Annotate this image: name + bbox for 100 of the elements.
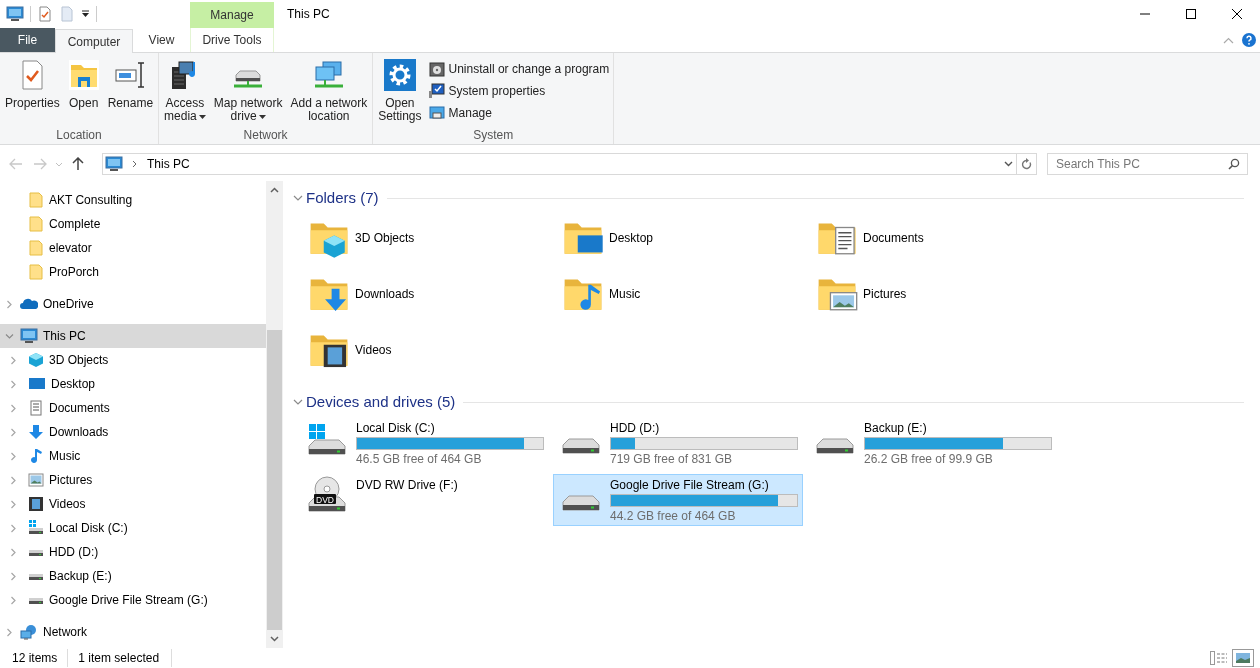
folder-label: Documents [863, 230, 924, 247]
drive-label: Backup (E:) [864, 421, 928, 435]
ribbon-button[interactable]: Uninstall or change a program [426, 58, 612, 80]
drive-tile[interactable]: Google Drive File Stream (G:) 44.2 GB free of 464 GB [553, 474, 803, 526]
ribbon-button[interactable]: Properties [2, 53, 63, 110]
drive-tile[interactable]: Local Disk (C:) 46.5 GB free of 464 GB [299, 417, 549, 469]
nav-item[interactable]: HDD (D:) [0, 540, 266, 564]
nav-item[interactable]: elevator [0, 236, 266, 260]
ribbon-tab[interactable]: Computer [55, 29, 133, 53]
drive-tile[interactable]: Backup (E:) 26.2 GB free of 99.9 GB [807, 417, 1057, 469]
ribbon-group-label: Network [243, 127, 288, 144]
drive-label: Local Disk (C:) [356, 421, 436, 435]
ribbon-button[interactable]: System properties [426, 80, 612, 102]
section-toggle[interactable] [291, 399, 305, 405]
drive-tile[interactable]: HDD (D:) 719 GB free of 831 GB [553, 417, 803, 469]
folder-icon [28, 264, 44, 280]
search-field[interactable]: Search This PC [1047, 153, 1248, 175]
computer-icon [20, 328, 38, 344]
folder-label: Pictures [863, 286, 907, 303]
caret-icon [258, 114, 266, 119]
button-label: Rename [107, 97, 154, 110]
ribbon-button[interactable]: Open [64, 53, 103, 110]
button-label: Properties [5, 97, 60, 110]
computer-check-icon [428, 83, 445, 99]
folder-item[interactable]: Desktop [553, 217, 803, 273]
quick-access-button[interactable] [37, 6, 53, 22]
ribbon-tab[interactable]: View [133, 28, 190, 52]
nav-item[interactable]: ProPorch [0, 260, 266, 284]
folder-label: 3D Objects [355, 230, 415, 247]
chevron-up-icon [1223, 36, 1234, 44]
collapse-ribbon-button[interactable] [1223, 36, 1234, 44]
folder-item[interactable]: 3D Objects [299, 217, 549, 273]
back-arrow-icon [9, 158, 23, 170]
folder-label: Music [609, 286, 641, 303]
drive-label: DVD RW Drive (F:) [356, 478, 458, 492]
nav-item[interactable]: Documents [0, 396, 266, 420]
ribbon-group-label: System [473, 127, 514, 144]
file-menu-tab[interactable]: File [0, 28, 55, 52]
nav-item[interactable]: Local Disk (C:) [0, 516, 266, 540]
folder-item[interactable]: Music [553, 273, 803, 329]
section-toggle[interactable] [291, 195, 305, 201]
nav-item[interactable]: Pictures [0, 468, 266, 492]
nav-item[interactable]: Complete [0, 212, 266, 236]
help-button[interactable] [1242, 33, 1256, 47]
free-space-text: 719 GB free of 831 GB [610, 452, 734, 466]
scroll-down-icon[interactable] [270, 636, 279, 642]
drive-tile[interactable]: DVD DVD RW Drive (F:) [299, 474, 549, 526]
chevron-down-icon [1003, 161, 1013, 167]
folder-item[interactable]: Documents [807, 217, 1057, 273]
computer-management-icon [428, 105, 445, 121]
film-icon [28, 496, 44, 512]
scroll-up-icon[interactable] [270, 187, 279, 193]
view-button[interactable] [1232, 649, 1254, 667]
selection-count: 1 item selected [68, 649, 173, 667]
ribbon-button[interactable]: Map network drive [210, 53, 286, 123]
monitor-icon [28, 376, 46, 392]
chevron-down-icon [293, 399, 303, 405]
customize-toolbar-button[interactable] [81, 10, 90, 18]
ribbon-button[interactable]: Manage [426, 102, 612, 124]
chevron-down-icon [293, 195, 303, 201]
view-button[interactable] [1208, 649, 1230, 667]
ribbon-button[interactable]: Rename [104, 53, 157, 110]
picture-icon [28, 472, 44, 488]
network-icon [20, 624, 38, 640]
nav-item[interactable]: Google Drive File Stream (G:) [0, 588, 266, 612]
nav-item[interactable]: OneDrive [0, 292, 266, 316]
nav-item[interactable]: Music [0, 444, 266, 468]
nav-item[interactable]: Videos [0, 492, 266, 516]
nav-item[interactable]: Desktop [0, 372, 266, 396]
nav-item[interactable]: This PC [0, 324, 266, 348]
nav-item[interactable]: AKT Consulting [0, 188, 266, 212]
caret-icon [81, 10, 90, 18]
music-note-icon [28, 448, 44, 464]
nav-item[interactable]: Network [0, 620, 266, 644]
refresh-button[interactable] [1017, 153, 1037, 175]
maximize-icon [1186, 9, 1196, 19]
ribbon-button[interactable]: Add a network location [287, 53, 371, 123]
settings-icon [383, 59, 416, 91]
folder-item[interactable]: Downloads [299, 273, 549, 329]
folder-item[interactable]: Pictures [807, 273, 1057, 329]
rename-icon [114, 59, 147, 91]
nav-item[interactable]: Backup (E:) [0, 564, 266, 588]
address-bar[interactable]: This PC [102, 153, 1017, 175]
quick-access-button[interactable] [6, 6, 24, 22]
section-header: Devices and drives (5) [306, 391, 456, 412]
ribbon-button[interactable]: Open Settings [375, 53, 425, 123]
folder-item[interactable]: Videos [299, 329, 549, 385]
button-label: Open Settings [378, 97, 422, 123]
window-title: This PC [287, 6, 330, 23]
breadcrumb-item[interactable]: This PC [147, 155, 190, 173]
up-arrow-icon [72, 157, 84, 171]
large-icons-view-icon [1234, 651, 1252, 665]
computer-icon [6, 6, 24, 22]
nav-item[interactable]: Downloads [0, 420, 266, 444]
down-arrow-icon [28, 424, 44, 440]
nav-item[interactable]: 3D Objects [0, 348, 266, 372]
button-label: Add a network location [290, 97, 368, 123]
ribbon-button[interactable]: Access media [161, 53, 209, 123]
scrollbar[interactable] [266, 181, 283, 648]
scrollbar-thumb[interactable] [267, 330, 282, 630]
